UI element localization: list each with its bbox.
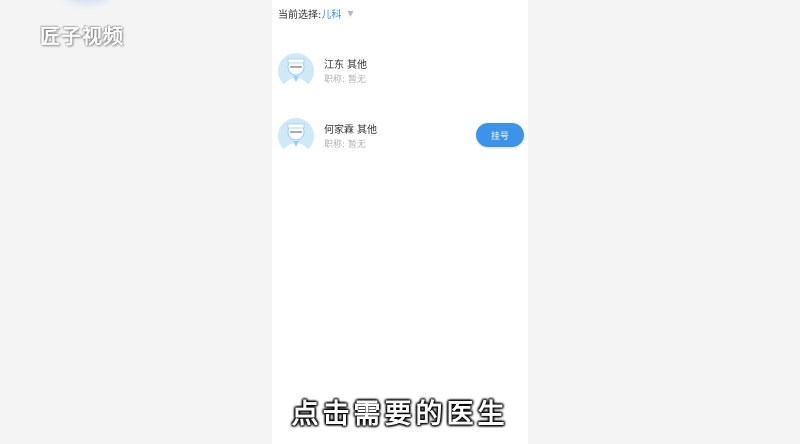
filter-value[interactable]: 儿科 bbox=[321, 6, 341, 21]
doctor-dept: 其他 bbox=[347, 60, 367, 71]
chevron-down-icon[interactable]: ▼ bbox=[347, 9, 353, 18]
doctor-avatar-icon bbox=[278, 118, 314, 155]
register-button[interactable]: 挂号 bbox=[476, 123, 524, 147]
doctor-name: 江东 其他 bbox=[324, 56, 367, 71]
department-filter[interactable]: 当前选择: 儿科 ▼ bbox=[278, 6, 354, 21]
right-blurred-background bbox=[528, 0, 800, 444]
doctor-list-item[interactable]: 江东 其他 职称: 暂无 bbox=[276, 52, 526, 92]
doctor-avatar-icon bbox=[278, 53, 314, 90]
left-blurred-background: 匠子视频 bbox=[0, 0, 272, 444]
doctor-list-item[interactable]: 何家霖 其他 职称: 暂无 挂号 bbox=[276, 117, 526, 157]
doctor-name-text: 江东 bbox=[324, 60, 344, 71]
doctor-dept: 其他 bbox=[357, 125, 377, 136]
doctor-title: 职称: 暂无 bbox=[324, 75, 366, 85]
app-screen: 当前选择: 儿科 ▼ 江东 其他 职称: 暂无 何家霖 其他 职称: 暂无 挂号 bbox=[272, 0, 528, 444]
doctor-title: 职称: 暂无 bbox=[324, 140, 366, 150]
doctor-name: 何家霖 其他 bbox=[324, 121, 377, 136]
doctor-name-text: 何家霖 bbox=[324, 125, 354, 136]
video-subtitle: 点击需要的医生 bbox=[291, 399, 509, 430]
blurred-blob bbox=[62, 0, 112, 4]
filter-label: 当前选择: bbox=[278, 10, 322, 21]
watermark-logo: 匠子视频 bbox=[40, 24, 124, 48]
